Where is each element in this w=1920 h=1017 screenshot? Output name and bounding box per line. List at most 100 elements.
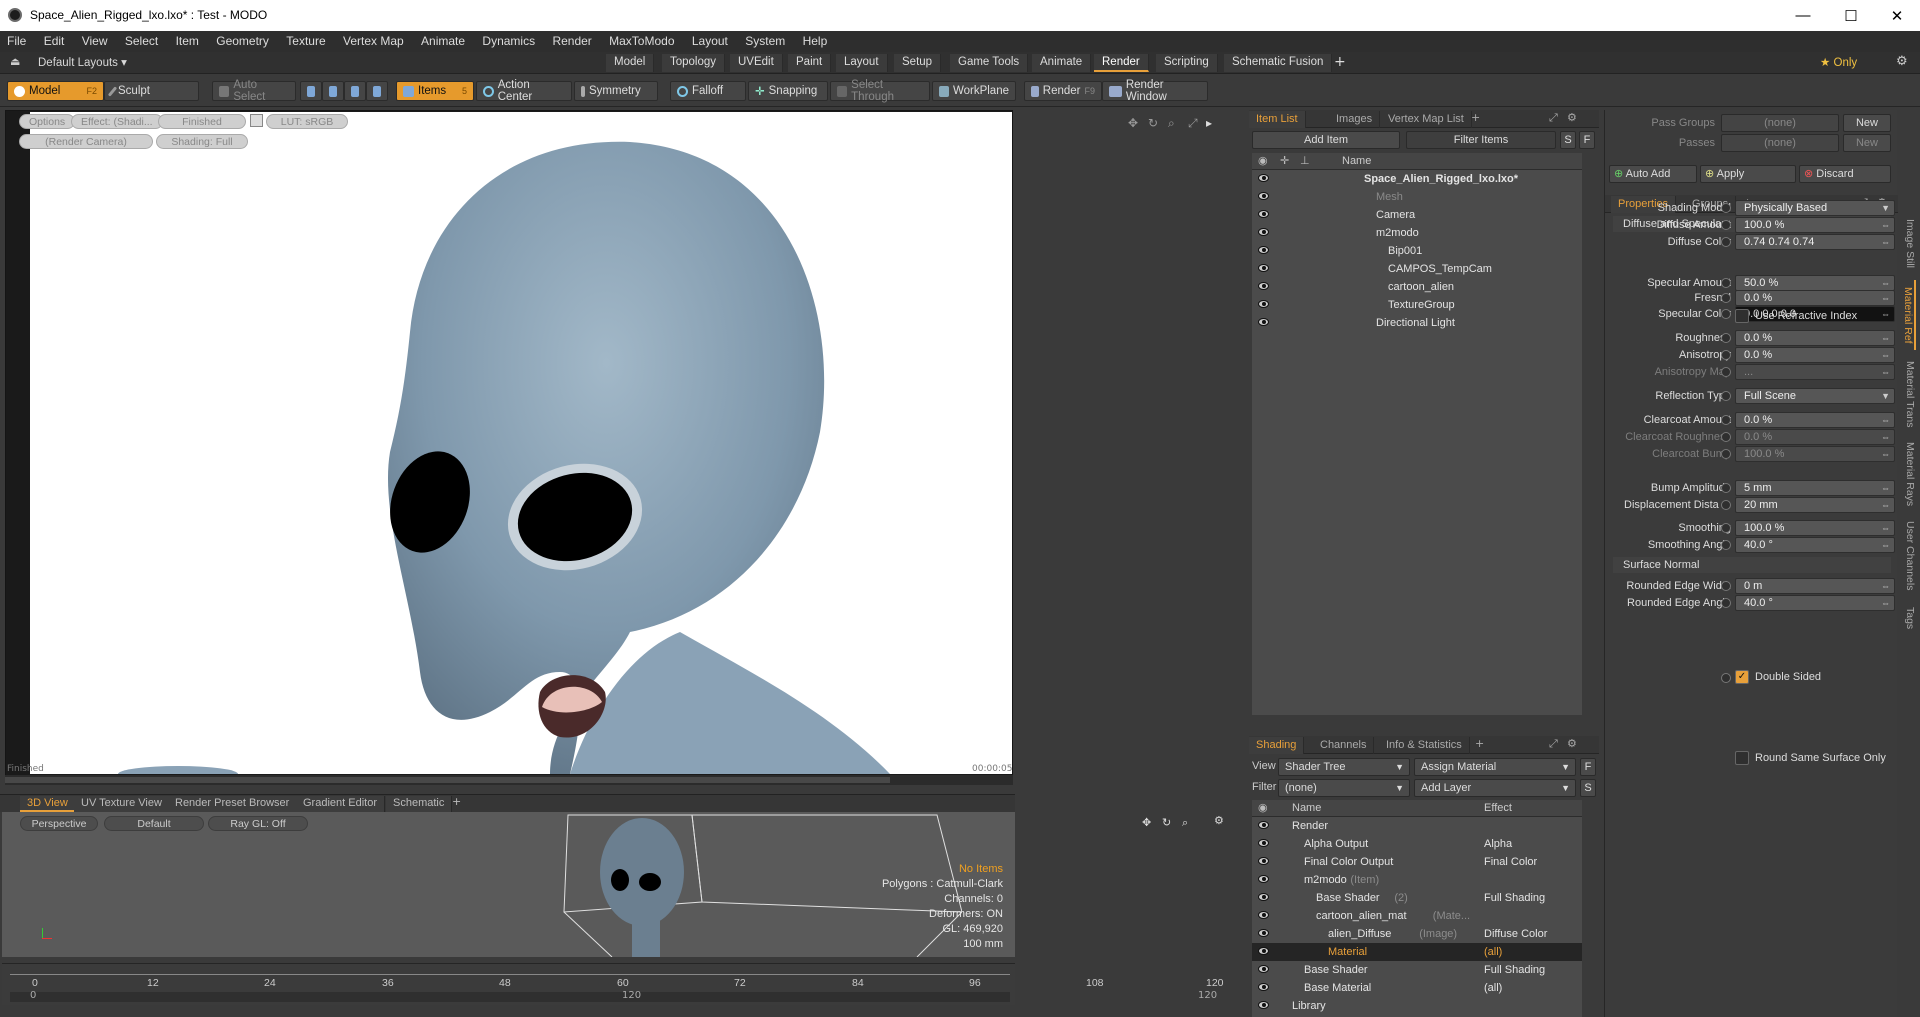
menu-select[interactable]: Select [118,31,165,52]
side-tab-tags[interactable]: Tags [1898,600,1916,636]
item-list-row[interactable]: Directional Light [1252,314,1582,332]
tab-info-statistics[interactable]: Info & Statistics [1379,737,1470,754]
camera-dropdown[interactable]: (Render Camera) [19,134,153,149]
eye-icon[interactable] [1258,875,1269,883]
property-field[interactable]: 20 mm ⇔ [1735,497,1895,513]
shader-effect[interactable]: Alpha [1484,835,1512,853]
action-center-button[interactable]: Action Center [476,79,572,103]
tab-setup[interactable]: Setup [894,54,942,72]
select-vertices-button[interactable] [300,81,322,101]
shader-effect[interactable]: (all) [1484,979,1502,997]
item-list-row[interactable]: Camera [1252,206,1582,224]
tab-uvedit[interactable]: UVEdit [730,54,783,72]
items-mode-button[interactable]: Items 5 [396,81,474,101]
move-view-icon[interactable]: ✥ [1142,816,1151,829]
auto-select-button[interactable]: Auto Select [212,79,296,103]
side-tab-material-rays[interactable]: Material Rays [1898,438,1916,510]
rotate-view-icon[interactable]: ↻ [1162,816,1171,829]
eye-icon[interactable] [1258,192,1269,200]
item-list-row[interactable]: Bip001 [1252,242,1582,260]
property-field[interactable]: 100.0 % ⇔ [1735,520,1895,536]
eye-icon[interactable] [1258,246,1269,254]
shader-tree-row[interactable]: alien_Diffuse (Image) Diffuse Color [1252,925,1582,943]
property-dropdown[interactable]: Physically Based ▼ [1735,200,1895,216]
lut-dropdown[interactable]: LUT: sRGB [266,114,348,129]
property-field[interactable]: 5 mm ⇔ [1735,480,1895,496]
shader-tree-row[interactable]: cartoon_alien_mat (Mate... [1252,907,1582,925]
select-edges-button[interactable] [322,81,344,101]
shader-effect[interactable]: Final Color [1484,853,1537,871]
raygl-dropdown[interactable]: Ray GL: Off [208,816,308,831]
options-button[interactable]: Options [19,114,76,129]
filter-dropdown[interactable]: (none) ▼ [1278,779,1410,797]
discard-button[interactable]: ⊗ Discard [1799,165,1891,183]
tab-schematic[interactable]: Schematic [386,796,453,812]
animate-channel-dot[interactable] [1721,523,1731,533]
zoom-view-icon[interactable]: ⌕ [1168,116,1180,130]
side-tab-material-ref[interactable]: Material Ref [1898,280,1916,350]
property-field[interactable]: 0.74 0.74 0.74 ⇔ [1735,234,1895,250]
animate-channel-dot[interactable] [1721,500,1731,510]
filter-items-field[interactable]: Filter Items [1406,131,1556,149]
shader-tree-row[interactable]: Render [1252,817,1582,835]
menu-system[interactable]: System [738,31,792,52]
eye-icon[interactable] [1258,228,1269,236]
eye-icon[interactable] [1258,839,1269,847]
gear-icon[interactable]: ⚙ [1567,111,1577,124]
only-toggle[interactable]: ★ Only [1820,55,1857,69]
gear-icon[interactable]: ⚙ [1567,737,1577,750]
eye-icon[interactable] [1258,821,1269,829]
menu-file[interactable]: File [0,31,33,52]
eye-icon[interactable] [1258,210,1269,218]
assign-material-dropdown[interactable]: Assign Material ▼ [1414,758,1576,776]
property-field[interactable]: 40.0 ° ⇔ [1735,595,1895,611]
menu-maxtomodo[interactable]: MaxToModo [602,31,681,52]
name-column-header[interactable]: Name [1342,153,1371,170]
item-list-row[interactable]: TextureGroup [1252,296,1582,314]
add-tab-icon[interactable]: + [1475,737,1484,750]
maximize-view-icon[interactable]: ⤢ [1188,116,1200,130]
eye-icon[interactable] [1258,965,1269,973]
property-field[interactable]: 100.0 % ⇔ [1735,217,1895,233]
tab-gradient-editor[interactable]: Gradient Editor [296,796,385,812]
gear-icon[interactable]: ⚙ [1896,54,1908,69]
add-layer-dropdown[interactable]: Add Layer ▼ [1414,779,1576,797]
property-field[interactable]: 0 m ⇔ [1735,578,1895,594]
default-dropdown[interactable]: Default [104,816,204,831]
animate-channel-dot[interactable] [1721,449,1731,459]
menu-texture[interactable]: Texture [279,31,332,52]
property-field[interactable]: 0.0 % ⇔ [1735,330,1895,346]
round-same-checkbox[interactable] [1735,751,1749,765]
animate-channel-dot[interactable] [1721,333,1731,343]
animate-channel-dot[interactable] [1721,220,1731,230]
apply-button[interactable]: ⊕ Apply [1700,165,1796,183]
3d-view[interactable]: Perspective Default Ray GL: Off ✥ ↻ ⌕ ⚙ … [2,812,1224,957]
timeline[interactable]: 0 12 24 36 48 60 72 84 96 108 120 0 120 … [2,963,1224,1005]
shading-f-button[interactable]: F [1580,758,1596,776]
sculpt-mode-button[interactable]: Sculpt [104,81,199,101]
tab-model[interactable]: Model [606,54,655,72]
animate-channel-dot[interactable] [1721,367,1731,377]
animate-channel-dot[interactable] [1721,350,1731,360]
snapping-button[interactable]: ✛ Snapping [748,81,828,101]
property-field[interactable]: 40.0 ° ⇔ [1735,537,1895,553]
effect-dropdown[interactable]: Effect: (Shadi... [71,114,163,129]
menu-animate[interactable]: Animate [414,31,472,52]
animate-channel-dot[interactable] [1721,278,1731,288]
new-pass-button[interactable]: New [1843,134,1891,152]
eye-icon[interactable] [1258,300,1269,308]
shader-effect[interactable]: Diffuse Color [1484,925,1547,943]
zoom-view-icon[interactable]: ⌕ [1182,816,1188,830]
property-field[interactable]: 50.0 % ⇔ [1735,275,1895,291]
animate-channel-dot[interactable] [1721,203,1731,213]
maximize-button[interactable]: ☐ [1828,0,1874,31]
select-through-button[interactable]: Select Through [830,79,930,103]
shader-effect[interactable]: (all) [1484,943,1502,961]
item-list-row[interactable]: Mesh [1252,188,1582,206]
section-surface-normal[interactable]: Surface Normal [1613,557,1891,573]
use-refractive-checkbox[interactable] [1735,309,1749,323]
property-field[interactable]: 0.0 % ⇔ [1735,290,1895,306]
eye-icon[interactable] [1258,264,1269,272]
move-view-icon[interactable]: ✥ [1128,116,1140,130]
render-window-button[interactable]: Render Window [1102,79,1208,103]
